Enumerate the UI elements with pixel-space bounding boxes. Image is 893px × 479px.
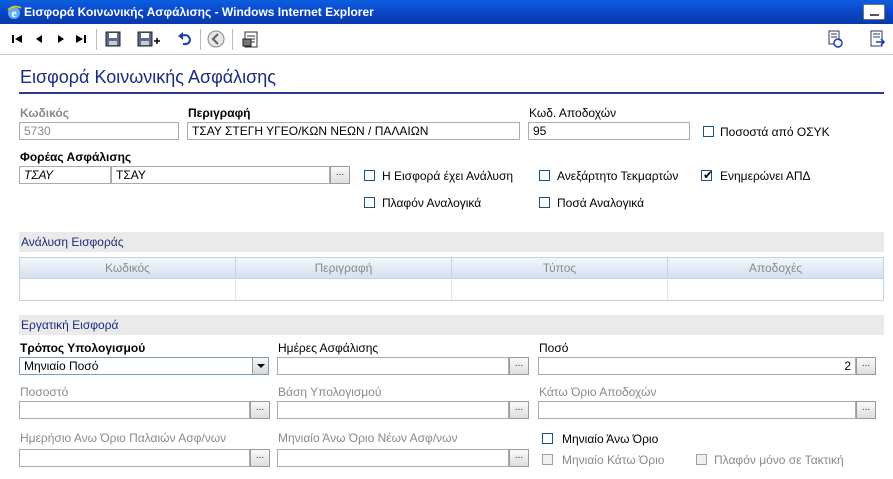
monthly-upper-new-label: Μηνιαίο Άνω Όριο Νέων Ασφ/νων (278, 431, 458, 445)
amount-label: Ποσό (539, 341, 569, 355)
updates-apd-checkbox[interactable]: ✔ (701, 168, 714, 182)
osyk-pct-checkbox[interactable] (703, 126, 714, 137)
next-record-icon[interactable] (52, 29, 70, 49)
column-header-code[interactable]: Κωδικός (20, 258, 236, 278)
calc-base-browse-button[interactable]: ... (509, 401, 529, 419)
lower-pay-limit-browse-button[interactable]: ... (856, 401, 876, 419)
toolbar-separator (96, 29, 97, 50)
analysis-section-header: Ανάλυση Εισφοράς (19, 232, 884, 252)
daily-upper-old-browse-button[interactable]: ... (250, 449, 270, 467)
percent-field[interactable] (19, 401, 250, 419)
fund-browse-button[interactable]: ... (330, 166, 350, 184)
minimize-button[interactable] (863, 4, 885, 20)
check-mark-icon: ✔ (703, 168, 714, 182)
lower-pay-limit-label: Κάτω Όριο Αποδοχών (539, 385, 657, 399)
ie-logo-icon: e (7, 5, 22, 20)
export-doc-icon[interactable] (866, 29, 888, 49)
has-analysis-label: Η Εισφορά έχει Ανάλυση (382, 169, 514, 183)
code-label: Κωδικός (20, 106, 70, 120)
analysis-grid-header: Κωδικός Περιγραφή Τύπος Αποδοχές (20, 258, 883, 279)
osyk-pct-label: Ποσοστά από ΟΣΥΚ (720, 125, 830, 139)
column-header-description[interactable]: Περιγραφή (236, 258, 452, 278)
monthly-upper-label: Μηνιαίο Άνω Όριο (562, 432, 659, 446)
title-divider (19, 92, 884, 94)
daily-upper-old-label: Ημερήσιο Ανω Όριο Παλαιών Ασφ/νων (20, 431, 227, 445)
window-titlebar: e Εισφορά Κοινωνικής Ασφάλισης - Windows… (0, 0, 893, 24)
last-record-icon[interactable] (72, 29, 90, 49)
amount-browse-button[interactable]: ... (856, 357, 876, 375)
calc-method-value: Μηνιαίο Ποσό (24, 359, 99, 373)
monthly-lower-label: Μηνιαίο Κάτω Όριο (562, 453, 665, 467)
employee-section-header: Εργατική Εισφορά (19, 315, 884, 335)
column-header-type[interactable]: Τύπος (452, 258, 668, 278)
ceiling-regular-only-label: Πλαφόν μόνο σε Τακτική (714, 453, 844, 467)
undo-icon[interactable] (176, 29, 194, 49)
insurance-days-browse-button[interactable]: ... (509, 357, 529, 375)
first-record-icon[interactable] (8, 29, 26, 49)
amount-field[interactable]: 2 (538, 357, 856, 375)
pay-code-label: Κωδ. Αποδοχών (529, 106, 617, 120)
analysis-grid: Κωδικός Περιγραφή Τύπος Αποδοχές (19, 257, 884, 301)
table-cell (20, 280, 236, 300)
calc-method-select[interactable]: Μηνιαίο Ποσό (19, 357, 269, 375)
fund-label: Φορέας Ασφάλισης (20, 150, 132, 164)
insurance-days-label: Ημέρες Ασφάλισης (278, 341, 379, 355)
analysis-section-title: Ανάλυση Εισφοράς (21, 235, 124, 249)
ceiling-regular-only-checkbox[interactable] (696, 454, 707, 465)
save-icon[interactable] (104, 29, 122, 49)
fund-name-field[interactable]: ΤΣΑΥ (111, 166, 330, 184)
report-icon[interactable] (240, 29, 262, 49)
insurance-days-field[interactable] (277, 357, 509, 375)
svg-text:e: e (11, 6, 17, 20)
employee-section-title: Εργατική Εισφορά (21, 318, 119, 332)
toolbar (0, 24, 893, 55)
monthly-lower-checkbox[interactable] (542, 454, 553, 465)
description-field[interactable]: ΤΣΑΥ ΣΤΕΓΗ ΥΓΕΟ/ΚΩΝ ΝΕΩΝ / ΠΑΛΑΙΩΝ (187, 122, 520, 140)
monthly-upper-checkbox[interactable] (542, 433, 553, 444)
calc-base-label: Βάση Υπολογισμού (278, 385, 382, 399)
table-cell (236, 280, 452, 300)
percent-browse-button[interactable]: ... (250, 401, 270, 419)
percent-label: Ποσοστό (20, 385, 69, 399)
toolbar-separator (200, 29, 201, 50)
monthly-upper-new-field[interactable] (277, 449, 509, 467)
refresh-doc-icon[interactable] (824, 29, 846, 49)
updates-apd-label: Ενημερώνει ΑΠΔ (720, 169, 811, 183)
window-title: Εισφορά Κοινωνικής Ασφάλισης - Windows I… (24, 5, 374, 19)
back-icon[interactable] (206, 29, 226, 49)
table-cell (668, 280, 883, 300)
ceiling-prop-checkbox[interactable] (364, 197, 375, 208)
description-label: Περιγραφή (188, 106, 251, 120)
lower-pay-limit-field[interactable] (538, 401, 856, 419)
independent-checkbox[interactable] (539, 170, 550, 181)
fund-code-field[interactable]: ΤΣΑΥ (19, 166, 111, 184)
prev-record-icon[interactable] (30, 29, 48, 49)
calc-method-label: Τρόπος Υπολογισμού (20, 341, 146, 355)
chevron-down-icon[interactable] (252, 358, 268, 374)
page-title: Εισφορά Κοινωνικής Ασφάλισης (20, 67, 276, 87)
table-cell (452, 280, 668, 300)
has-analysis-checkbox[interactable] (364, 170, 375, 181)
amounts-prop-label: Ποσά Αναλογικά (557, 196, 645, 210)
daily-upper-old-field[interactable] (19, 449, 250, 467)
column-header-pay[interactable]: Αποδοχές (668, 258, 883, 278)
ceiling-prop-label: Πλαφόν Αναλογικά (382, 196, 482, 210)
toolbar-separator (232, 29, 233, 50)
table-row[interactable] (20, 280, 883, 300)
pay-code-field[interactable]: 95 (528, 122, 690, 140)
monthly-upper-new-browse-button[interactable]: ... (509, 449, 529, 467)
amounts-prop-checkbox[interactable] (539, 197, 550, 208)
save-new-icon[interactable] (136, 29, 162, 49)
calc-base-field[interactable] (277, 401, 509, 419)
code-field[interactable]: 5730 (19, 122, 179, 140)
independent-label: Ανεξάρτητο Τεκμαρτών (557, 169, 679, 183)
